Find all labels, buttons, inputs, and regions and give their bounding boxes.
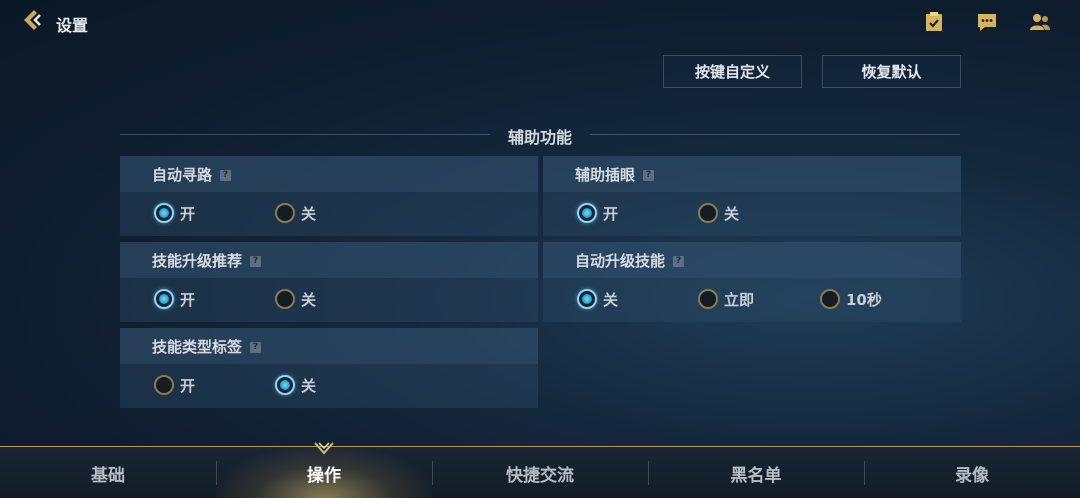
customize-keys-button[interactable]: 按键自定义 xyxy=(663,55,802,88)
top-bar: 设置 xyxy=(0,0,1080,44)
setting-label: 辅助插眼? xyxy=(575,164,655,185)
help-icon[interactable]: ? xyxy=(250,342,262,353)
page-title: 设置 xyxy=(56,16,89,35)
radio-unchecked-icon xyxy=(275,289,295,309)
radio-checked-icon xyxy=(154,289,174,309)
radio-unchecked-icon xyxy=(820,289,840,309)
radio-option-10s[interactable]: 10秒 xyxy=(820,288,882,310)
help-icon[interactable]: ? xyxy=(673,256,685,267)
radio-option-on[interactable]: 开 xyxy=(154,374,195,396)
radio-option-on[interactable]: 开 xyxy=(577,202,618,224)
radio-option-immediate[interactable]: 立即 xyxy=(698,288,754,310)
bottom-tab-bar: 基础 操作 快捷交流 黑名单 录像 xyxy=(0,446,1080,498)
radio-unchecked-icon xyxy=(698,289,718,309)
restore-default-button[interactable]: 恢复默认 xyxy=(822,55,961,88)
chat-bubble-icon[interactable] xyxy=(975,10,999,34)
setting-assist-ward: 辅助插眼? 开 关 xyxy=(543,156,961,236)
active-tab-indicator-icon xyxy=(314,440,334,455)
radio-unchecked-icon xyxy=(698,203,718,223)
tab-replay[interactable]: 录像 xyxy=(864,447,1080,498)
radio-option-on[interactable]: 开 xyxy=(154,288,195,310)
radio-option-on[interactable]: 开 xyxy=(154,202,195,224)
back-button[interactable] xyxy=(20,8,46,36)
setting-skill-upgrade-recommend: 技能升级推荐? 开 关 xyxy=(120,242,538,322)
back-chevron-icon xyxy=(20,7,46,37)
radio-checked-icon xyxy=(154,203,174,223)
task-checklist-icon[interactable] xyxy=(922,10,946,34)
radio-unchecked-icon xyxy=(154,375,174,395)
radio-checked-icon xyxy=(275,375,295,395)
radio-checked-icon xyxy=(577,289,597,309)
section-header: 辅助功能 xyxy=(120,120,960,148)
setting-skill-type-tag: 技能类型标签? 开 关 xyxy=(120,328,538,408)
setting-label: 技能类型标签? xyxy=(152,336,262,357)
tab-quick-chat[interactable]: 快捷交流 xyxy=(432,447,648,498)
help-icon[interactable]: ? xyxy=(220,170,232,181)
radio-checked-icon xyxy=(577,203,597,223)
tab-basic[interactable]: 基础 xyxy=(0,447,216,498)
setting-label: 自动升级技能? xyxy=(575,250,685,271)
tab-blacklist[interactable]: 黑名单 xyxy=(648,447,864,498)
setting-label: 自动寻路? xyxy=(152,164,232,185)
help-icon[interactable]: ? xyxy=(250,256,262,267)
setting-label: 技能升级推荐? xyxy=(152,250,262,271)
radio-unchecked-icon xyxy=(275,203,295,223)
section-title: 辅助功能 xyxy=(507,128,572,147)
radio-option-off[interactable]: 关 xyxy=(577,288,618,310)
radio-option-off[interactable]: 关 xyxy=(698,202,739,224)
setting-auto-skill-upgrade: 自动升级技能? 关 立即 10秒 xyxy=(543,242,961,322)
radio-option-off[interactable]: 关 xyxy=(275,374,316,396)
friends-icon[interactable] xyxy=(1028,10,1052,34)
help-icon[interactable]: ? xyxy=(643,170,655,181)
radio-option-off[interactable]: 关 xyxy=(275,288,316,310)
setting-auto-pathfinding: 自动寻路? 开 关 xyxy=(120,156,538,236)
radio-option-off[interactable]: 关 xyxy=(275,202,316,224)
